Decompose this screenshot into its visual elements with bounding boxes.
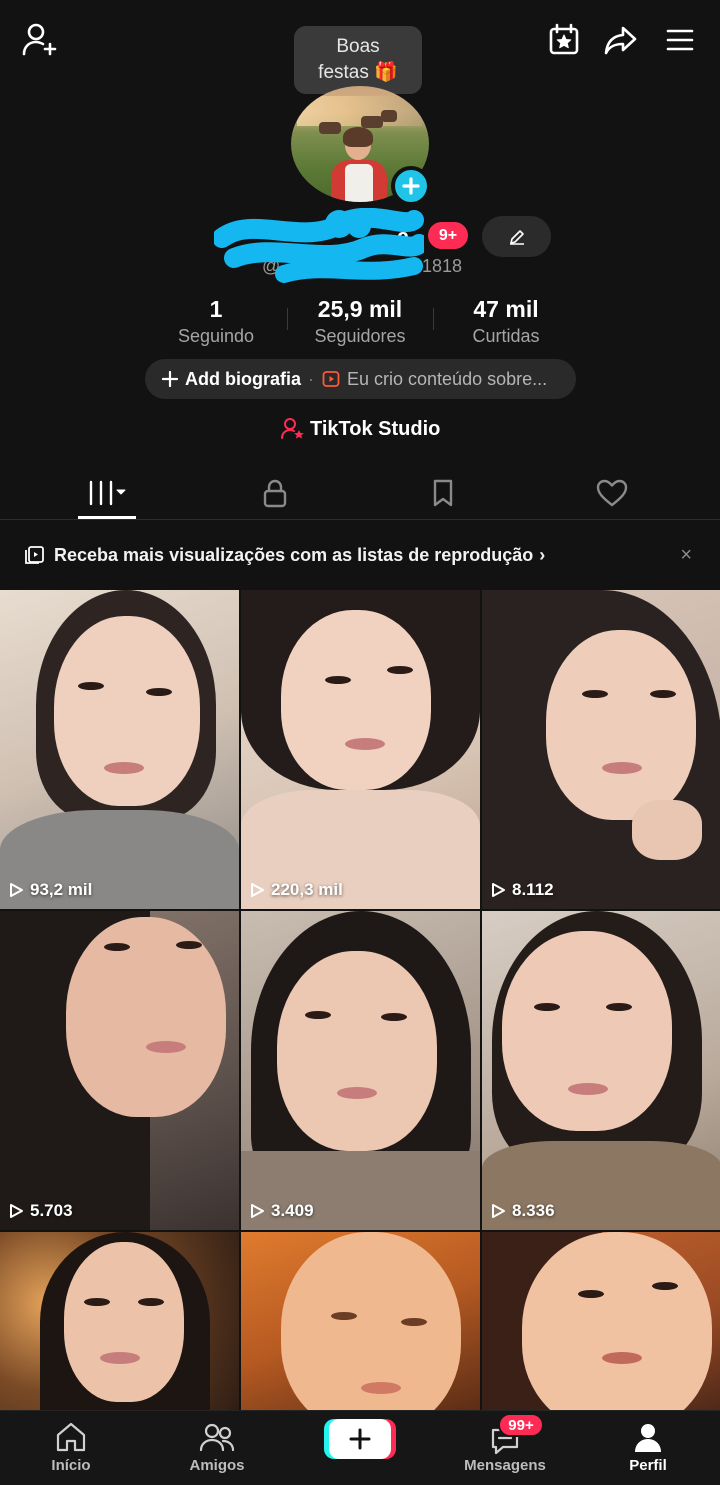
view-count-value: 5.703: [30, 1201, 73, 1220]
grid-icon: [89, 480, 126, 506]
edit-profile-button[interactable]: [482, 216, 551, 257]
menu-icon[interactable]: [658, 18, 702, 62]
video-thumbnail[interactable]: 3.409: [241, 911, 480, 1230]
redaction-scribble: [214, 208, 424, 283]
nav-friends[interactable]: Amigos: [152, 1411, 282, 1485]
studio-label: TikTok Studio: [310, 417, 441, 440]
plus-icon: [161, 370, 179, 388]
video-thumbnail[interactable]: 220,3 mil: [241, 590, 480, 909]
view-count: 93,2 mil: [8, 880, 92, 900]
add-bio-button[interactable]: Add biografia: [185, 369, 301, 390]
heart-icon: [596, 479, 628, 507]
video-thumbnail[interactable]: 8.112: [482, 590, 720, 909]
view-count: 8.336: [490, 1201, 555, 1221]
play-icon: [251, 1204, 264, 1218]
play-icon: [492, 883, 505, 897]
tiktok-studio-link[interactable]: TikTok Studio: [280, 416, 440, 442]
lock-icon: [263, 479, 287, 508]
bottom-nav: Início Amigos Mensagens 99+ Perfil: [0, 1410, 720, 1485]
nav-messages-label: Mensagens: [464, 1457, 546, 1474]
video-thumbnail[interactable]: 8.336: [482, 911, 720, 1230]
video-thumbnail[interactable]: [482, 1232, 720, 1410]
bio-separator: ·: [308, 368, 314, 389]
stat-followers[interactable]: 25,9 mil Seguidores: [300, 296, 420, 347]
video-thumbnail[interactable]: 5.703: [0, 911, 239, 1230]
profile-icon: [635, 1424, 661, 1452]
view-count: 5.703: [8, 1201, 73, 1221]
home-icon: [56, 1422, 86, 1452]
stat-following-value: 1: [209, 296, 223, 322]
tab-saved[interactable]: [353, 468, 533, 518]
friends-icon: [199, 1423, 235, 1452]
calendar-star-icon[interactable]: [542, 18, 586, 62]
view-count-value: 8.336: [512, 1201, 555, 1220]
video-grid: 93,2 mil 220,3 mil 8.112 5.703 3.409 8.3…: [0, 590, 720, 1410]
handle-suffix: 1818: [422, 256, 463, 276]
view-count: 220,3 mil: [249, 880, 343, 900]
plus-icon: [349, 1428, 371, 1450]
stat-likes-label: Curtidas: [472, 326, 540, 346]
stat-following-label: Seguindo: [177, 326, 255, 346]
stat-followers-value: 25,9 mil: [317, 296, 403, 322]
tooltip-line2: festas 🎁: [318, 62, 398, 83]
view-count-value: 8.112: [512, 880, 554, 899]
share-icon[interactable]: [599, 18, 643, 62]
bookmark-icon: [433, 479, 453, 507]
close-icon[interactable]: ×: [680, 544, 692, 567]
view-count-value: 220,3 mil: [271, 880, 343, 899]
play-icon: [251, 883, 264, 897]
playlist-banner[interactable]: Receba mais visualizações com as listas …: [0, 520, 720, 590]
tab-videos[interactable]: [17, 468, 197, 518]
creator-play-icon: [322, 371, 340, 387]
holiday-tooltip: Boas festas 🎁: [294, 26, 422, 103]
stat-followers-label: Seguidores: [314, 326, 406, 346]
pencil-icon: [509, 229, 524, 245]
add-story-button[interactable]: [391, 166, 431, 206]
play-icon: [10, 883, 23, 897]
tooltip-line1: Boas: [336, 36, 380, 57]
view-count: 3.409: [249, 1201, 314, 1221]
nav-home-label: Início: [51, 1457, 91, 1474]
video-thumbnail[interactable]: 93,2 mil: [0, 590, 239, 909]
view-count-value: 3.409: [271, 1201, 314, 1220]
messages-badge: 99+: [498, 1413, 544, 1437]
tab-liked[interactable]: [522, 468, 702, 518]
video-thumbnail[interactable]: [241, 1232, 480, 1410]
chevron-right-icon: ›: [539, 544, 546, 565]
bio-pill[interactable]: Add biografia · Eu crio conteúdo sobre..…: [145, 359, 576, 399]
nav-profile-label: Perfil: [629, 1457, 667, 1474]
studio-person-star-icon: [281, 418, 304, 439]
play-icon: [492, 1204, 505, 1218]
add-friend-icon[interactable]: [18, 18, 62, 62]
play-icon: [10, 1204, 23, 1218]
playlist-icon: [25, 546, 44, 564]
create-button[interactable]: [329, 1419, 391, 1459]
view-count: 8.112: [490, 880, 554, 900]
nav-profile[interactable]: Perfil: [583, 1411, 713, 1485]
notification-badge: 9+: [428, 222, 468, 249]
banner-text: Receba mais visualizações com as listas …: [54, 544, 534, 565]
video-thumbnail[interactable]: [0, 1232, 239, 1410]
nav-home[interactable]: Início: [6, 1411, 136, 1485]
creator-topic[interactable]: Eu crio conteúdo sobre...: [347, 369, 547, 390]
view-count-value: 93,2 mil: [30, 880, 93, 899]
stat-likes[interactable]: 47 mil Curtidas: [450, 296, 562, 347]
tab-private[interactable]: [185, 468, 365, 518]
nav-friends-label: Amigos: [189, 1457, 245, 1474]
stat-following[interactable]: 1 Seguindo: [164, 296, 268, 347]
stat-likes-value: 47 mil: [473, 296, 539, 322]
